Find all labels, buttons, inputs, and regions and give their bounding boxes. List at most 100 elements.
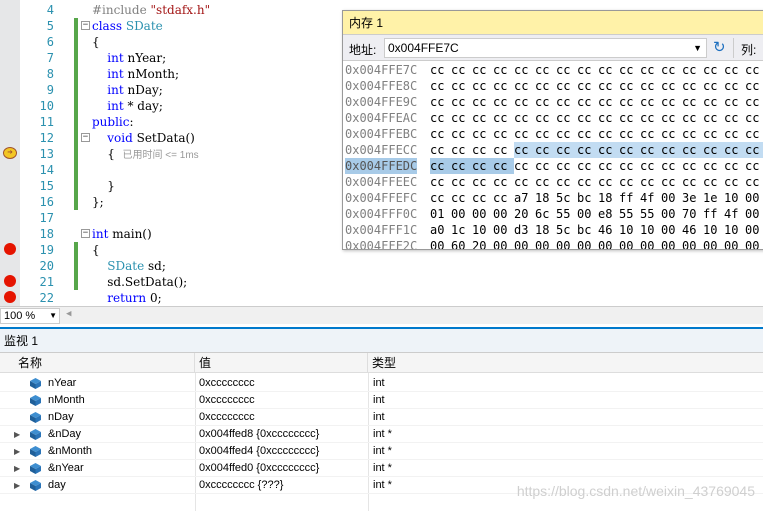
memory-byte[interactable]: cc [682, 62, 703, 78]
code-line[interactable]: class SDate [92, 18, 163, 34]
memory-byte[interactable]: 00 [745, 222, 763, 238]
memory-byte[interactable]: cc [451, 190, 472, 206]
memory-byte[interactable]: 00 [451, 206, 472, 222]
memory-byte[interactable]: 4f [724, 206, 745, 222]
memory-byte[interactable]: cc [619, 110, 640, 126]
memory-byte[interactable]: cc [514, 78, 535, 94]
memory-byte[interactable]: cc [598, 94, 619, 110]
memory-byte[interactable]: ff [703, 206, 724, 222]
memory-byte[interactable]: cc [514, 158, 535, 174]
memory-byte[interactable]: 00 [640, 238, 661, 249]
memory-byte[interactable]: cc [703, 94, 724, 110]
memory-byte[interactable]: cc [451, 78, 472, 94]
zoom-select[interactable]: 100 % ▼ [0, 308, 60, 324]
memory-byte[interactable]: cc [430, 174, 451, 190]
memory-row[interactable]: 0x004FFF0C 01 00 00 00 20 6c 55 00 e8 55 55 00 70 ff 4f… [343, 206, 763, 222]
columns-label[interactable]: 列: [741, 41, 756, 58]
memory-byte[interactable]: cc [745, 110, 763, 126]
chevron-down-icon[interactable]: ▼ [693, 39, 702, 57]
memory-byte[interactable]: cc [724, 158, 745, 174]
memory-byte[interactable]: cc [451, 142, 472, 158]
watch-value[interactable]: 0x004ffed4 {0xcccccccc} [199, 443, 319, 460]
memory-byte[interactable]: 55 [619, 206, 640, 222]
memory-byte[interactable]: cc [556, 174, 577, 190]
memory-byte[interactable]: cc [556, 158, 577, 174]
memory-row[interactable]: 0x004FFEBC cc cc cc cc cc cc cc cc cc cc cc cc cc cc cc… [343, 126, 763, 142]
collapse-icon[interactable]: − [81, 229, 90, 238]
memory-byte[interactable]: cc [745, 142, 763, 158]
refresh-icon[interactable]: ↻ [713, 39, 726, 56]
memory-byte[interactable]: 00 [577, 238, 598, 249]
memory-byte[interactable]: cc [640, 110, 661, 126]
memory-byte[interactable]: 6c [535, 206, 556, 222]
code-line[interactable]: int * day; [92, 98, 163, 114]
watch-row[interactable]: ▶ &nYear 0x004ffed0 {0xcccccccc} int * [0, 460, 763, 477]
memory-byte[interactable]: cc [472, 158, 493, 174]
memory-byte[interactable]: 00 [745, 238, 763, 249]
memory-byte[interactable]: cc [472, 126, 493, 142]
memory-byte[interactable]: cc [640, 126, 661, 142]
memory-byte[interactable]: 5c [556, 222, 577, 238]
memory-byte[interactable]: cc [661, 174, 682, 190]
memory-byte[interactable]: cc [493, 174, 514, 190]
memory-byte[interactable]: d3 [514, 222, 535, 238]
watch-value[interactable]: 0x004ffed0 {0xcccccccc} [199, 460, 319, 477]
memory-byte[interactable]: cc [640, 62, 661, 78]
memory-byte[interactable]: 00 [703, 238, 724, 249]
scroll-left-icon[interactable]: ◀ [66, 309, 71, 319]
memory-byte[interactable]: cc [535, 78, 556, 94]
memory-byte[interactable]: 10 [703, 222, 724, 238]
header-value[interactable]: 值 [195, 353, 368, 373]
watch-row[interactable]: nMonth 0xcccccccc int [0, 392, 763, 409]
horizontal-scrollbar[interactable]: 100 % ▼ ◀ [0, 306, 763, 324]
code-line[interactable]: public: [92, 114, 134, 130]
memory-row[interactable]: 0x004FFEDC cc cc cc cc cc cc cc cc cc cc cc cc cc cc cc… [343, 158, 763, 174]
memory-byte[interactable]: 1c [451, 222, 472, 238]
watch-row[interactable]: nDay 0xcccccccc int [0, 409, 763, 426]
memory-byte[interactable]: cc [577, 94, 598, 110]
memory-byte[interactable]: cc [430, 142, 451, 158]
memory-byte[interactable]: cc [703, 62, 724, 78]
memory-byte[interactable]: cc [745, 94, 763, 110]
memory-byte[interactable]: 00 [430, 238, 451, 249]
watch-value[interactable]: 0xcccccccc [199, 375, 255, 392]
memory-byte[interactable]: cc [619, 126, 640, 142]
memory-grid[interactable]: 0x004FFE7C cc cc cc cc cc cc cc cc cc cc cc cc cc cc cc… [343, 62, 763, 249]
breakpoint-icon[interactable] [4, 275, 16, 287]
memory-byte[interactable]: cc [682, 174, 703, 190]
header-name[interactable]: 名称 [14, 353, 195, 373]
memory-byte[interactable]: cc [493, 94, 514, 110]
memory-byte[interactable]: cc [472, 94, 493, 110]
memory-byte[interactable]: cc [745, 78, 763, 94]
memory-byte[interactable]: cc [598, 62, 619, 78]
memory-byte[interactable]: cc [745, 126, 763, 142]
memory-byte[interactable]: cc [451, 110, 472, 126]
watch-value[interactable]: 0xcccccccc {???} [199, 477, 283, 494]
memory-byte[interactable]: cc [682, 158, 703, 174]
memory-byte[interactable]: 4f [640, 190, 661, 206]
memory-byte[interactable]: cc [661, 158, 682, 174]
memory-byte[interactable]: 10 [724, 190, 745, 206]
memory-byte[interactable]: 46 [598, 222, 619, 238]
memory-byte[interactable]: 46 [682, 222, 703, 238]
memory-row[interactable]: 0x004FFE9C cc cc cc cc cc cc cc cc cc cc cc cc cc cc cc… [343, 94, 763, 110]
memory-byte[interactable]: 60 [451, 238, 472, 249]
memory-byte[interactable]: 10 [724, 222, 745, 238]
memory-byte[interactable]: cc [640, 94, 661, 110]
memory-byte[interactable]: 00 [493, 206, 514, 222]
memory-byte[interactable]: a7 [514, 190, 535, 206]
memory-byte[interactable]: 01 [430, 206, 451, 222]
memory-byte[interactable]: 00 [661, 222, 682, 238]
memory-byte[interactable]: cc [535, 158, 556, 174]
memory-byte[interactable]: 10 [619, 222, 640, 238]
expand-icon[interactable]: ▶ [14, 460, 20, 477]
watch-window-title[interactable]: 监视 1 [0, 327, 763, 353]
memory-byte[interactable]: cc [577, 142, 598, 158]
memory-byte[interactable]: cc [619, 94, 640, 110]
memory-byte[interactable]: cc [724, 94, 745, 110]
breakpoint-icon[interactable] [4, 291, 16, 303]
memory-byte[interactable]: 00 [661, 206, 682, 222]
memory-byte[interactable]: 5c [556, 190, 577, 206]
memory-byte[interactable]: 10 [472, 222, 493, 238]
memory-byte[interactable]: cc [430, 158, 451, 174]
